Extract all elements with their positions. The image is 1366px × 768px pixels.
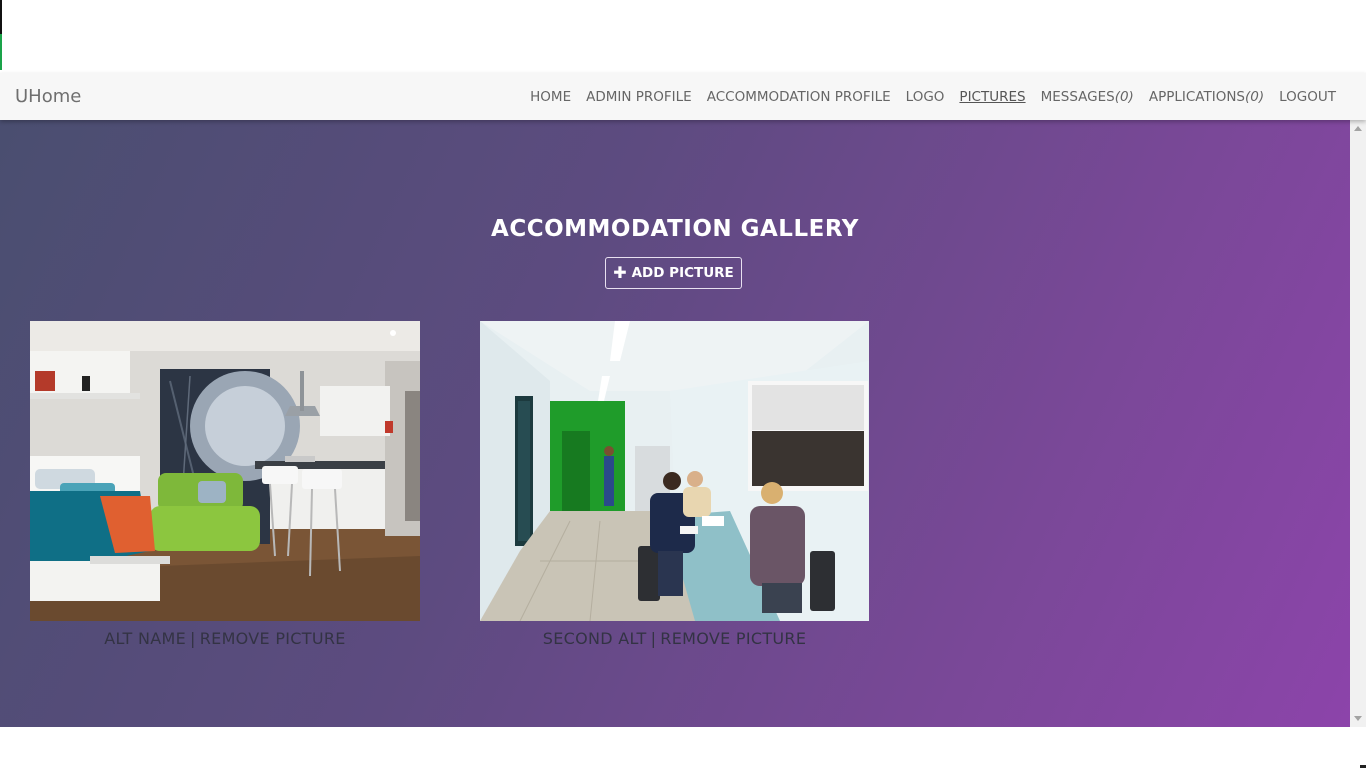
remove-picture-link[interactable]: REMOVE PICTURE: [200, 629, 346, 648]
page-title: ACCOMMODATION GALLERY: [491, 216, 859, 242]
picture-card: SECOND ALT | REMOVE PICTURE: [480, 321, 869, 648]
nav-messages-count: (0): [1114, 88, 1134, 105]
vertical-scrollbar[interactable]: [1350, 120, 1366, 727]
picture-alt-name: ALT NAME: [104, 629, 187, 648]
picture-card: ALT NAME | REMOVE PICTURE: [30, 321, 420, 648]
gallery-section: ACCOMMODATION GALLERY ✚ ADD PICTURE ALT …: [0, 120, 1350, 727]
picture-alt-name: SECOND ALT: [542, 629, 647, 648]
add-picture-label: ADD PICTURE: [631, 265, 734, 281]
picture-image[interactable]: [480, 321, 869, 621]
add-picture-button[interactable]: ✚ ADD PICTURE: [605, 257, 742, 289]
caption-separator: |: [190, 629, 196, 648]
nav-home[interactable]: HOME: [530, 89, 571, 105]
navbar: UHome HOME ADMIN PROFILE ACCOMMODATION P…: [0, 73, 1366, 120]
nav-messages-label: MESSAGES: [1040, 88, 1115, 105]
brand-link[interactable]: UHome: [15, 73, 81, 120]
picture-image[interactable]: [30, 321, 420, 621]
focus-mark: [0, 34, 2, 70]
picture-caption: ALT NAME | REMOVE PICTURE: [30, 629, 420, 648]
nav-links: HOME ADMIN PROFILE ACCOMMODATION PROFILE…: [515, 73, 1336, 120]
cursor-mark: [0, 0, 2, 34]
plus-icon: ✚: [613, 263, 627, 282]
remove-picture-link[interactable]: REMOVE PICTURE: [660, 629, 806, 648]
top-strip: [0, 0, 1366, 73]
nav-pictures[interactable]: PICTURES: [959, 89, 1025, 105]
nav-applications-count: (0): [1244, 88, 1265, 105]
nav-accommodation-profile[interactable]: ACCOMMODATION PROFILE: [707, 89, 891, 105]
nav-logo[interactable]: LOGO: [906, 89, 945, 105]
scroll-down-arrow-icon[interactable]: [1354, 716, 1362, 721]
scroll-up-arrow-icon[interactable]: [1354, 126, 1362, 131]
nav-applications[interactable]: APPLICATIONS(0): [1149, 89, 1264, 105]
nav-admin-profile[interactable]: ADMIN PROFILE: [586, 89, 692, 105]
nav-applications-label: APPLICATIONS: [1148, 88, 1245, 105]
caption-separator: |: [650, 629, 657, 648]
nav-logout[interactable]: LOGOUT: [1279, 89, 1336, 105]
picture-caption: SECOND ALT | REMOVE PICTURE: [480, 629, 869, 648]
nav-messages[interactable]: MESSAGES(0): [1041, 89, 1134, 105]
